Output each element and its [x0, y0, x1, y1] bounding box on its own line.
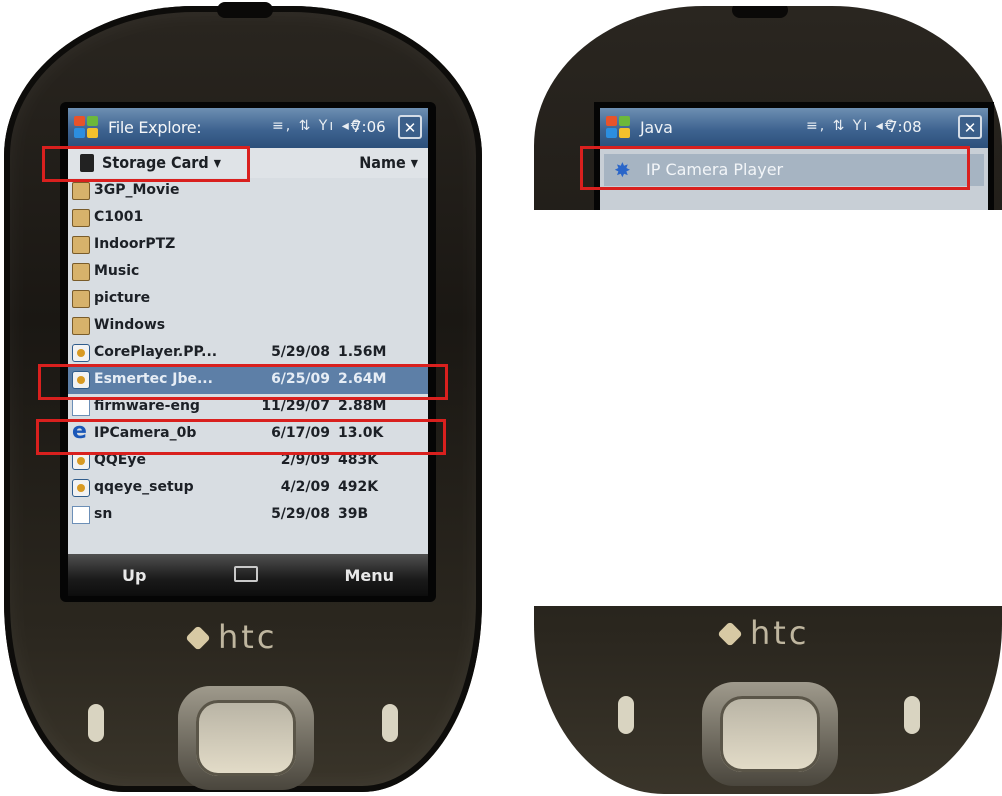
- title-bar: Java ≡, ⇅ Yı ◂€ 7:08 ✕: [600, 108, 988, 148]
- list-item[interactable]: CorePlayer.PP... 5/29/08 1.56M: [68, 340, 428, 367]
- htc-mark-icon: [717, 621, 743, 647]
- select-button[interactable]: [196, 700, 296, 776]
- highlight-esmertec-file: [38, 364, 448, 400]
- up-softkey[interactable]: Up: [122, 566, 146, 585]
- file-name: qqeye_setup: [94, 479, 194, 495]
- folder-icon: [72, 209, 90, 227]
- list-item[interactable]: qqeye_setup 4/2/09 492K: [68, 475, 428, 502]
- brand-label: htc: [750, 614, 810, 652]
- list-item[interactable]: IndoorPTZ: [68, 232, 428, 259]
- htc-logo: htc: [717, 614, 810, 652]
- file-icon: [72, 398, 90, 416]
- softkey-bar: Up Menu: [68, 554, 428, 596]
- htc-mark-icon: [185, 625, 211, 651]
- file-name: 3GP_Movie: [94, 182, 180, 198]
- call-key[interactable]: [618, 696, 634, 734]
- installer-icon: [72, 479, 90, 497]
- folder-icon: [72, 263, 90, 281]
- earpiece-speaker: [217, 2, 273, 18]
- list-item[interactable]: 3GP_Movie: [68, 178, 428, 205]
- file-name: Windows: [94, 317, 166, 333]
- keyboard-icon[interactable]: [234, 566, 258, 582]
- highlight-ipcamera-file: [36, 419, 446, 455]
- brand-label: htc: [218, 618, 278, 656]
- file-icon: [72, 506, 90, 524]
- list-item[interactable]: Music: [68, 259, 428, 286]
- list-item[interactable]: picture: [68, 286, 428, 313]
- folder-icon: [72, 290, 90, 308]
- app-title: File Explore:: [108, 118, 202, 137]
- file-name: IndoorPTZ: [94, 236, 176, 252]
- file-date: 11/29/07: [261, 398, 330, 414]
- installer-icon: [72, 344, 90, 362]
- file-date: 4/2/09: [280, 479, 330, 495]
- folder-icon: [72, 182, 90, 200]
- clock[interactable]: 7:08: [888, 118, 922, 136]
- select-button[interactable]: [720, 696, 820, 772]
- right-phone-bottom: htc: [534, 606, 1002, 796]
- menu-softkey[interactable]: Menu: [344, 566, 394, 585]
- end-key[interactable]: [382, 704, 398, 742]
- earpiece-speaker: [732, 6, 788, 18]
- file-size: 2.88M: [338, 398, 387, 414]
- highlight-storage-card: [42, 146, 250, 182]
- close-button[interactable]: ✕: [958, 115, 982, 139]
- folder-icon: [72, 317, 90, 335]
- list-item[interactable]: Windows: [68, 313, 428, 340]
- file-name: firmware-eng: [94, 398, 200, 414]
- file-list: 3GP_Movie C1001 IndoorPTZ Music picture: [68, 178, 428, 529]
- call-key[interactable]: [88, 704, 104, 742]
- sort-dropdown[interactable]: Name ▾: [359, 153, 418, 172]
- status-icons[interactable]: ≡, ⇅ Yı ◂€: [272, 118, 362, 134]
- end-key[interactable]: [904, 696, 920, 734]
- status-icons[interactable]: ≡, ⇅ Yı ◂€: [806, 118, 896, 134]
- close-button[interactable]: ✕: [398, 115, 422, 139]
- windows-start-icon[interactable]: [606, 116, 632, 140]
- file-date: 5/29/08: [271, 344, 330, 360]
- clock[interactable]: 7:06: [352, 118, 386, 136]
- htc-logo: htc: [185, 618, 278, 656]
- file-size: 39B: [338, 506, 369, 522]
- list-item[interactable]: sn 5/29/08 39B: [68, 502, 428, 529]
- file-size: 492K: [338, 479, 379, 495]
- file-size: 1.56M: [338, 344, 387, 360]
- folder-icon: [72, 236, 90, 254]
- highlight-ip-camera-player: [580, 146, 970, 190]
- list-item[interactable]: C1001: [68, 205, 428, 232]
- file-date: 5/29/08: [271, 506, 330, 522]
- file-name: picture: [94, 290, 151, 306]
- navigation-pad[interactable]: [702, 682, 838, 786]
- app-title: Java: [640, 118, 673, 137]
- file-name: sn: [94, 506, 113, 522]
- title-bar: File Explore: ≡, ⇅ Yı ◂€ 7:06 ✕: [68, 108, 428, 148]
- file-name: C1001: [94, 209, 144, 225]
- windows-start-icon[interactable]: [74, 116, 100, 140]
- file-name: CorePlayer.PP...: [94, 344, 218, 360]
- file-name: Music: [94, 263, 140, 279]
- navigation-pad[interactable]: [178, 686, 314, 790]
